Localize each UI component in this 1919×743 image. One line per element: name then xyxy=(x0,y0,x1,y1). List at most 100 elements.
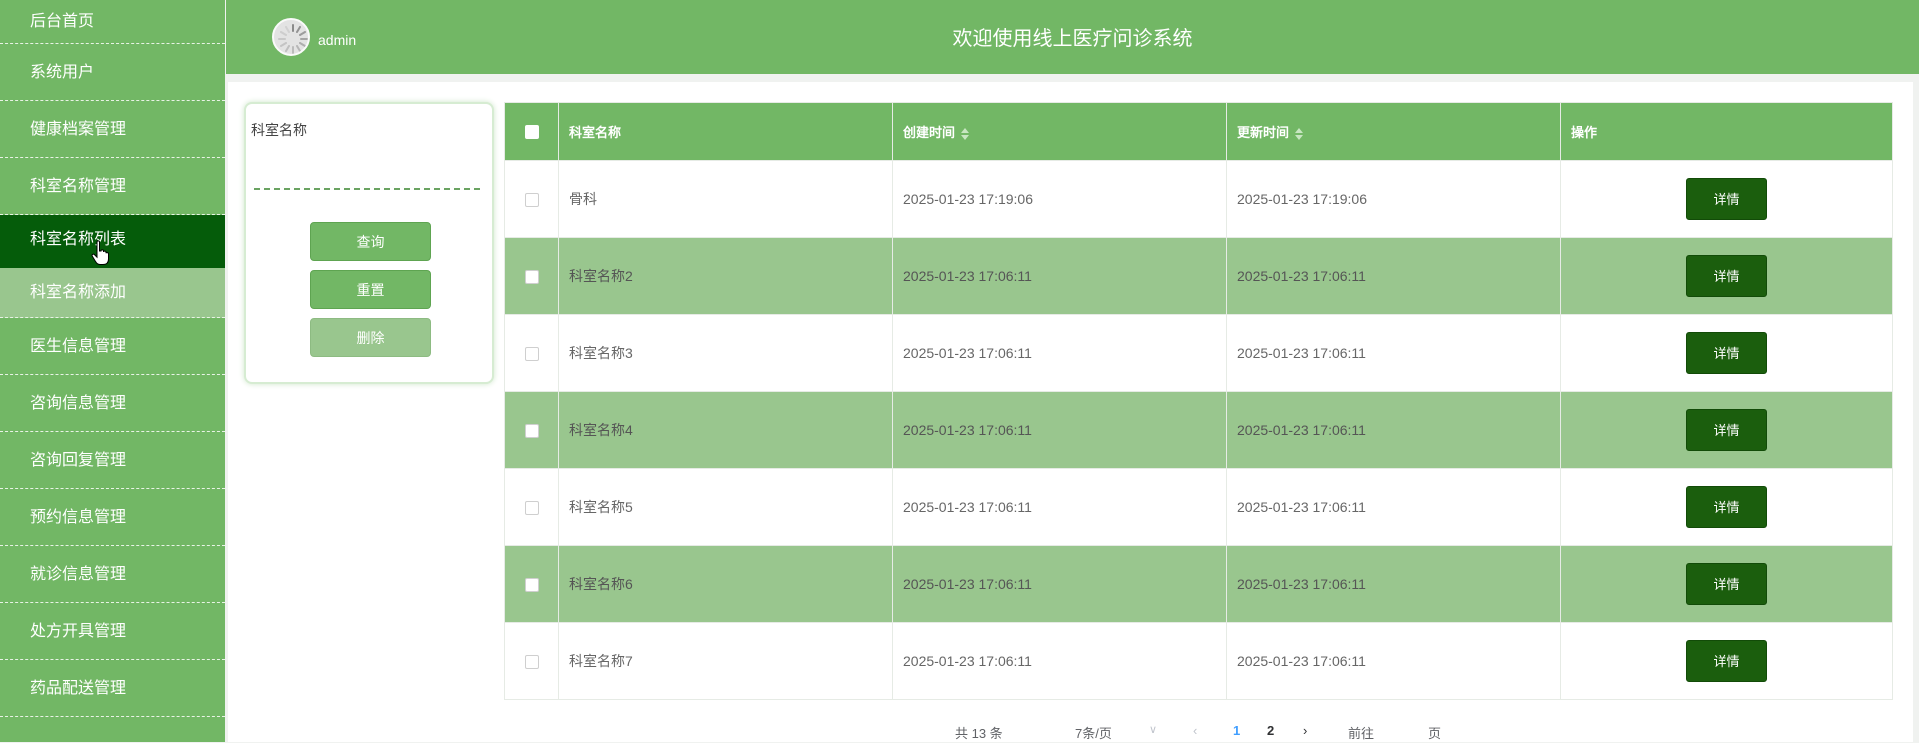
prev-page-icon[interactable]: ‹ xyxy=(1193,723,1197,738)
row-checkbox[interactable] xyxy=(524,655,539,670)
select-all-checkbox[interactable] xyxy=(524,125,539,140)
sidebar-item-prescription[interactable]: 处方开具管理 xyxy=(0,603,225,660)
sidebar-item-home[interactable]: 后台首页 xyxy=(0,0,225,44)
row-checkbox[interactable] xyxy=(524,501,539,516)
row-updated: 2025-01-23 17:06:11 xyxy=(1226,468,1561,546)
row-check-cell xyxy=(504,622,559,700)
sidebar-item-health-records[interactable]: 健康档案管理 xyxy=(0,101,225,158)
detail-button[interactable]: 详情 xyxy=(1686,486,1767,528)
page-number-1[interactable]: 1 xyxy=(1233,723,1240,738)
table-row: 科室名称5 2025-01-23 17:06:11 2025-01-23 17:… xyxy=(504,468,1893,546)
table-row: 科室名称7 2025-01-23 17:06:11 2025-01-23 17:… xyxy=(504,622,1893,700)
sidebar-item-department-add[interactable]: 科室名称添加 xyxy=(0,268,225,318)
row-updated: 2025-01-23 17:06:11 xyxy=(1226,314,1561,392)
sidebar-item-drug-delivery[interactable]: 药品配送管理 xyxy=(0,660,225,717)
select-all-cell xyxy=(504,102,559,161)
sidebar-item-department-management[interactable]: 科室名称管理 xyxy=(0,158,225,215)
row-check-cell xyxy=(504,468,559,546)
row-updated: 2025-01-23 17:06:11 xyxy=(1226,545,1561,623)
detail-button[interactable]: 详情 xyxy=(1686,332,1767,374)
column-header-action: 操作 xyxy=(1560,102,1893,161)
pagination: 共 13 条 7条/页 ∨ ‹ 1 2 › 前往 页 xyxy=(228,723,1913,743)
row-created: 2025-01-23 17:06:11 xyxy=(892,237,1227,315)
next-page-icon[interactable]: › xyxy=(1303,723,1307,738)
department-table: 科室名称 创建时间 更新时间 操作 骨科 2025-01-23 17:19:06… xyxy=(504,102,1893,700)
detail-button[interactable]: 详情 xyxy=(1686,409,1767,451)
row-action: 详情 xyxy=(1560,468,1893,546)
page-suffix-label: 页 xyxy=(1428,726,1442,741)
row-created: 2025-01-23 17:06:11 xyxy=(892,391,1227,469)
delete-button[interactable]: 删除 xyxy=(310,318,431,357)
sidebar-item-consultation-reply[interactable]: 咨询回复管理 xyxy=(0,432,225,489)
hand-cursor-icon xyxy=(91,240,109,265)
row-created: 2025-01-23 17:06:11 xyxy=(892,468,1227,546)
page-number-2[interactable]: 2 xyxy=(1267,723,1274,738)
column-header-name: 科室名称 xyxy=(558,102,893,161)
sort-icon[interactable] xyxy=(961,127,970,140)
page-title: 欢迎使用线上医疗问诊系统 xyxy=(952,28,1193,50)
row-name: 科室名称3 xyxy=(558,314,893,392)
table-row: 科室名称2 2025-01-23 17:06:11 2025-01-23 17:… xyxy=(504,237,1893,315)
row-checkbox[interactable] xyxy=(524,424,539,439)
sidebar-item-department-list[interactable]: 科室名称列表 xyxy=(0,215,225,268)
row-name: 科室名称6 xyxy=(558,545,893,623)
sort-icon[interactable] xyxy=(1295,127,1304,140)
table-header-row: 科室名称 创建时间 更新时间 操作 xyxy=(504,102,1893,161)
search-panel: 科室名称 查询 重置 删除 xyxy=(244,102,494,384)
detail-button[interactable]: 详情 xyxy=(1686,255,1767,297)
search-field-label: 科室名称 xyxy=(251,122,307,138)
chevron-down-icon[interactable]: ∨ xyxy=(1149,723,1157,736)
sidebar-item-appointment-info[interactable]: 预约信息管理 xyxy=(0,489,225,546)
row-created: 2025-01-23 17:06:11 xyxy=(892,545,1227,623)
sidebar-item-doctor-info[interactable]: 医生信息管理 xyxy=(0,318,225,375)
row-updated: 2025-01-23 17:06:11 xyxy=(1226,391,1561,469)
detail-button[interactable]: 详情 xyxy=(1686,640,1767,682)
goto-label: 前往 xyxy=(1348,726,1375,741)
row-check-cell xyxy=(504,160,559,238)
row-action: 详情 xyxy=(1560,237,1893,315)
row-created: 2025-01-23 17:06:11 xyxy=(892,622,1227,700)
row-name: 科室名称2 xyxy=(558,237,893,315)
sidebar-item-system-users[interactable]: 系统用户 xyxy=(0,44,225,101)
row-action: 详情 xyxy=(1560,545,1893,623)
row-action: 详情 xyxy=(1560,622,1893,700)
pagination-total: 共 13 条 xyxy=(955,726,1003,741)
table-row: 骨科 2025-01-23 17:19:06 2025-01-23 17:19:… xyxy=(504,160,1893,238)
column-header-created-label: 创建时间 xyxy=(903,125,956,140)
row-checkbox[interactable] xyxy=(524,578,539,593)
row-action: 详情 xyxy=(1560,160,1893,238)
row-created: 2025-01-23 17:06:11 xyxy=(892,314,1227,392)
column-header-updated-label: 更新时间 xyxy=(1237,125,1290,140)
column-header-created[interactable]: 创建时间 xyxy=(892,102,1227,161)
row-name: 骨科 xyxy=(558,160,893,238)
row-checkbox[interactable] xyxy=(524,270,539,285)
row-name: 科室名称5 xyxy=(558,468,893,546)
row-created: 2025-01-23 17:19:06 xyxy=(892,160,1227,238)
row-updated: 2025-01-23 17:06:11 xyxy=(1226,237,1561,315)
row-check-cell xyxy=(504,391,559,469)
row-action: 详情 xyxy=(1560,391,1893,469)
sidebar-item-visit-info[interactable]: 就诊信息管理 xyxy=(0,546,225,603)
table-row: 科室名称4 2025-01-23 17:06:11 2025-01-23 17:… xyxy=(504,391,1893,469)
row-check-cell xyxy=(504,237,559,315)
row-checkbox[interactable] xyxy=(524,193,539,208)
reset-button[interactable]: 重置 xyxy=(310,270,431,309)
detail-button[interactable]: 详情 xyxy=(1686,178,1767,220)
row-name: 科室名称7 xyxy=(558,622,893,700)
sidebar: 后台首页 系统用户 健康档案管理 科室名称管理 科室名称列表 科室名称添加 医生… xyxy=(0,0,225,742)
page-size-select[interactable]: 7条/页 xyxy=(1075,723,1112,742)
row-updated: 2025-01-23 17:06:11 xyxy=(1226,622,1561,700)
row-name: 科室名称4 xyxy=(558,391,893,469)
query-button[interactable]: 查询 xyxy=(310,222,431,261)
row-check-cell xyxy=(504,545,559,623)
department-name-input[interactable] xyxy=(254,146,480,190)
row-checkbox[interactable] xyxy=(524,347,539,362)
row-updated: 2025-01-23 17:19:06 xyxy=(1226,160,1561,238)
column-header-updated[interactable]: 更新时间 xyxy=(1226,102,1561,161)
detail-button[interactable]: 详情 xyxy=(1686,563,1767,605)
main-content: 科室名称 查询 重置 删除 科室名称 创建时间 更新时间 操作 骨科 2025-… xyxy=(228,82,1913,742)
sidebar-item-consultation-info[interactable]: 咨询信息管理 xyxy=(0,375,225,432)
table-row: 科室名称6 2025-01-23 17:06:11 2025-01-23 17:… xyxy=(504,545,1893,623)
top-header: admin 欢迎使用线上医疗问诊系统 xyxy=(226,0,1919,74)
table-row: 科室名称3 2025-01-23 17:06:11 2025-01-23 17:… xyxy=(504,314,1893,392)
